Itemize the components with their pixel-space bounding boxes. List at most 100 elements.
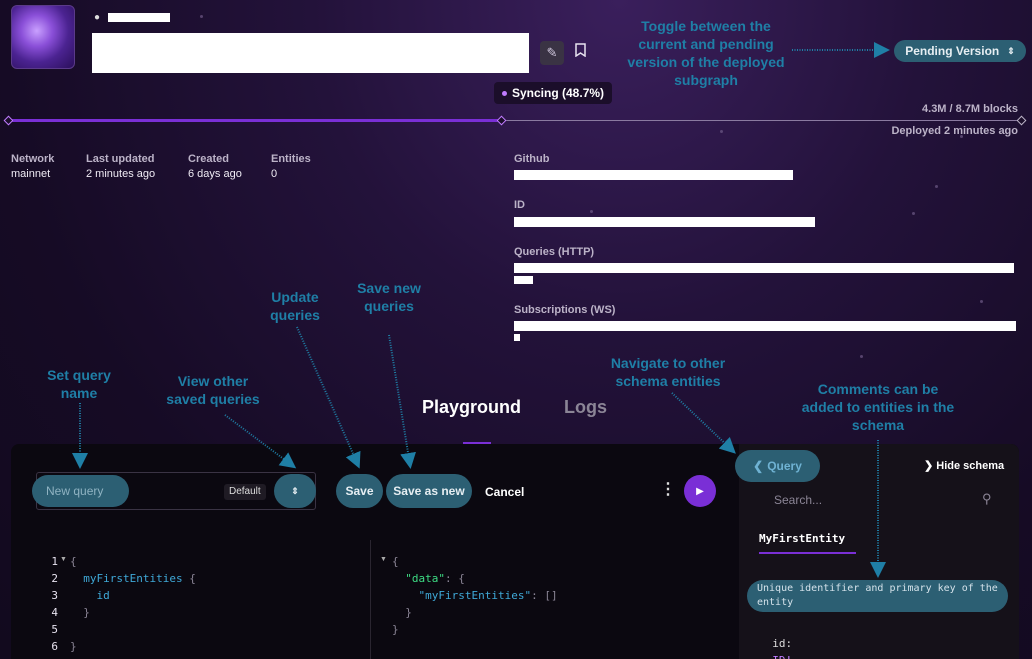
cancel-button[interactable]: Cancel [485,485,524,499]
code-line: "data": { [405,572,465,585]
tab-logs[interactable]: Logs [564,397,607,418]
code-line: } [392,623,399,636]
line-number: 2 [51,572,58,585]
code-line: "myFirstEntities": [] [418,589,558,602]
saved-queries-dropdown[interactable]: ⇕ [274,474,316,508]
code-line: } [70,606,90,619]
owner-name-redacted [108,13,170,22]
network-value: mainnet [11,168,51,180]
version-select[interactable]: Pending Version ⇕ [894,40,1026,62]
annotation-toggle: Toggle between the current and pending v… [627,18,785,88]
created-value: 6 days ago [188,168,242,180]
line-numbers: 1 2 3 4 5 6 [46,553,58,655]
entity-comment: Unique identifier and primary key of the… [747,580,1008,612]
queries-http-label: Queries (HTTP) [514,246,595,258]
schema-back-button[interactable]: ❮ Query [735,450,820,482]
sync-dot-icon [502,90,507,96]
field-type[interactable]: ID! [772,654,792,659]
code-line: myFirstEntities { [83,572,196,585]
code-line: id [96,589,110,602]
code-line: { [70,555,77,568]
annotation-update: Update queries [270,289,320,323]
annotation-set-name: Set query name [47,367,111,401]
entities-label: Entities [271,153,311,165]
entity-tab[interactable]: MyFirstEntity [759,530,845,547]
line-number: 3 [51,589,58,602]
github-link-redacted[interactable] [514,170,793,180]
play-icon: ▶ [696,485,704,497]
subgraph-avatar [11,5,75,69]
annotation-navigate: Navigate to other schema entities [610,355,726,389]
chevron-updown-icon: ⇕ [291,485,299,496]
star [860,355,863,358]
progress-current-marker [496,115,507,126]
fold-icon[interactable]: ▼ [60,556,67,563]
edit-button[interactable]: ✎ [540,41,564,65]
progress-start-marker [3,115,14,126]
run-query-button[interactable]: ▶ [684,475,716,507]
bookmark-button[interactable] [571,40,589,60]
star [720,130,723,133]
query-name-input[interactable]: New query [32,475,129,507]
entities-value: 0 [271,168,278,180]
star [912,212,915,215]
sync-progress-fill [8,119,502,122]
schema-back-label: Query [767,459,802,473]
code-line: { [392,555,399,568]
created-label: Created [188,153,229,165]
annotation-view-saved: View other saved queries [166,373,260,407]
line-number: 1 [51,555,58,568]
code-line: } [70,640,77,653]
line-number: 6 [51,640,58,653]
version-select-label: Pending Version [905,44,1000,58]
annotation-comments: Comments can be added to entities in the… [801,381,955,433]
subscriptions-ws-label: Subscriptions (WS) [514,304,616,316]
save-button[interactable]: Save [336,474,383,508]
github-label: Github [514,153,550,165]
default-badge: Default [224,484,266,500]
star [590,210,593,213]
star [980,300,983,303]
editor-divider [370,540,371,659]
line-number: 4 [51,606,58,619]
fold-icon[interactable]: ▼ [380,556,387,563]
hide-schema-label: Hide schema [936,460,1005,472]
subscriptions-url-redacted[interactable] [514,321,1016,331]
annotation-save-new: Save new queries [357,280,421,314]
id-value-redacted [514,217,815,227]
result-viewer: { "data": { "myFirstEntities": [] }} [392,553,558,638]
chevron-updown-icon: ⇕ [1007,45,1015,56]
chevron-left-icon: ❮ [753,459,764,473]
arrow-navigate [671,392,736,454]
sync-status-badge: Syncing (48.7%) [494,82,613,104]
schema-field[interactable]: id: ID! [759,618,792,659]
user-icon: ● [94,12,101,23]
id-label: ID [514,199,525,211]
save-as-new-button[interactable]: Save as new [386,474,472,508]
more-options-icon[interactable]: ⋮ [660,482,676,498]
field-name: id: [772,637,793,650]
line-number: 5 [51,623,58,636]
entity-tab-underline [759,552,856,554]
blocks-progress-text: 4.3M / 8.7M blocks [922,103,1018,115]
last-updated-label: Last updated [86,153,155,165]
queries-url-redacted-tail [514,276,533,284]
sync-status-text: Syncing (48.7%) [512,86,605,100]
code-line: } [392,606,412,619]
deployed-time: Deployed 2 minutes ago [891,125,1018,137]
progress-end-marker [1016,115,1027,126]
pencil-icon: ✎ [546,45,558,60]
hide-schema-button[interactable]: ❯ Hide schema [924,459,1004,472]
search-icon[interactable]: ⚲ [982,491,992,507]
star [935,185,938,188]
query-editor[interactable]: { myFirstEntities { id }} [70,553,196,655]
subscriptions-url-redacted-tail [514,334,520,341]
schema-search-input[interactable]: Search... [774,493,822,507]
queries-url-redacted[interactable] [514,263,1014,273]
last-updated-value: 2 minutes ago [86,168,156,180]
tab-playground[interactable]: Playground [422,397,521,418]
star [200,15,203,18]
subgraph-title-redacted [92,33,529,73]
chevron-right-icon: ❯ [924,460,934,472]
